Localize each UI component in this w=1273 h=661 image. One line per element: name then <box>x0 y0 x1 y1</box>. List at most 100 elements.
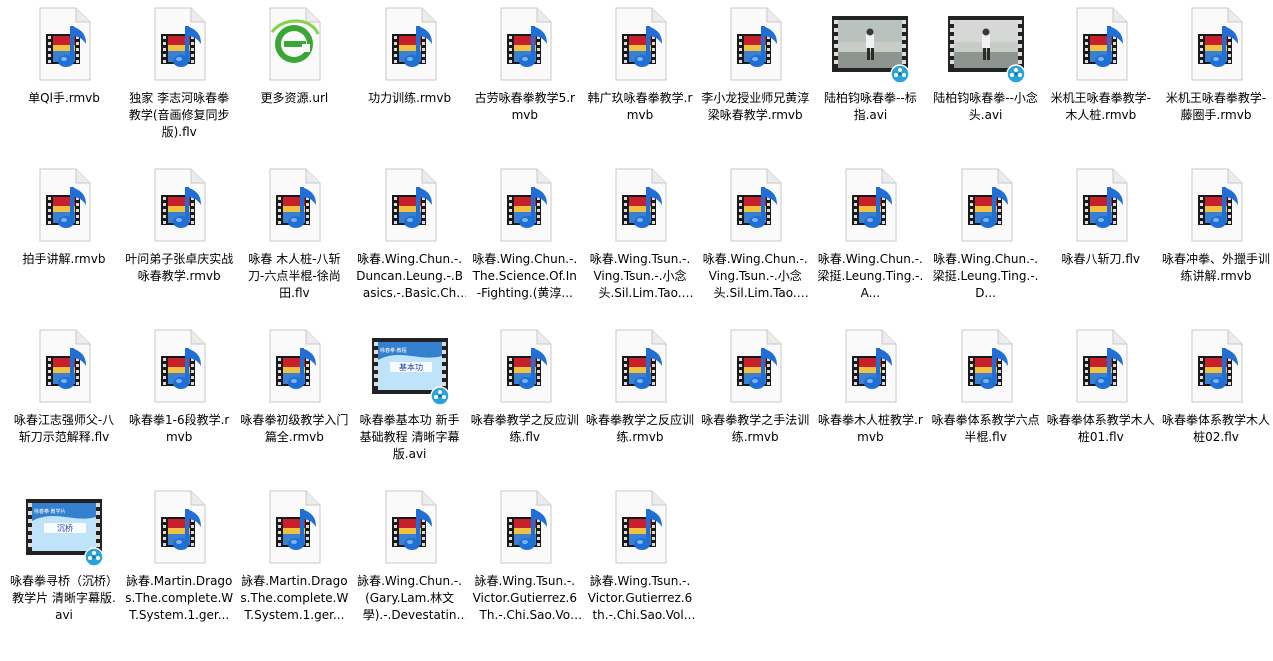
video-file-icon <box>139 4 219 84</box>
internet-shortcut-icon <box>254 4 334 84</box>
file-name: 咏春 木人桩-八斩刀-六点半棍-徐尚田.flv <box>248 252 341 300</box>
file-item[interactable]: 李小龙授业师兄黄淳梁咏春教学.rmvb <box>699 4 811 124</box>
thumb-text: 基本功 <box>399 362 423 372</box>
video-file-icon <box>370 4 450 84</box>
video-file-icon <box>1176 4 1256 84</box>
file-item[interactable]: 咏春.Wing.Chun.-.梁挺.Leung.Ting.-.A... <box>814 165 926 302</box>
file-item[interactable]: 詠春.Martin.Dragos.The.complete.WT.System.… <box>238 487 350 624</box>
video-file-icon <box>600 165 680 245</box>
video-file-icon <box>370 165 450 245</box>
file-item[interactable]: 独家 李志河咏春拳教学(音画修复同步版).flv <box>123 4 235 141</box>
file-grid: 单Ql手.rmvb 独家 李志河咏春拳教学(音画修复同步版).flv 更多资源.… <box>0 0 1273 661</box>
video-thumbnail-icon <box>946 4 1026 84</box>
file-name: 咏春拳教学之反应训练.flv <box>470 413 579 444</box>
video-file-icon <box>600 487 680 567</box>
file-name: 咏春八斩刀.flv <box>1061 252 1141 266</box>
thumb-text: 沉桥 <box>57 523 73 533</box>
file-item[interactable]: 拍手讲解.rmvb <box>8 165 120 268</box>
file-item[interactable]: 陆柏钧咏春拳--标指.avi <box>814 4 926 124</box>
file-name: 咏春拳体系教学六点半棍.flv <box>931 413 1040 444</box>
file-item[interactable]: 咏春江志强师父-八斩刀示范解释.flv <box>8 326 120 446</box>
file-name: 咏春.Wing.Chun.-.Duncan.Leung.-.Basics.-.B… <box>356 252 463 300</box>
video-thumbnail-icon: 沉桥 咏春拳·教学片 <box>24 487 104 567</box>
video-file-icon <box>24 326 104 406</box>
video-file-icon <box>715 165 795 245</box>
file-name: 咏春拳教学之手法训练.rmvb <box>701 413 810 444</box>
file-item[interactable]: 韩广玖咏春拳教学.rmvb <box>584 4 696 124</box>
file-name: 叶问弟子张卓庆实战咏春教学.rmvb <box>125 252 234 283</box>
file-item[interactable]: 咏春拳1-6段教学.rmvb <box>123 326 235 446</box>
video-file-icon <box>370 487 450 567</box>
file-name: 咏春江志强师父-八斩刀示范解释.flv <box>13 413 115 444</box>
thumb-subtext: 咏春拳·教程 <box>380 347 407 354</box>
file-item[interactable]: 詠春.Wing.Chun.-.(Gary.Lam.林文學).-.Devestat… <box>354 487 466 624</box>
file-name: 咏春冲拳、外擸手训练讲解.rmvb <box>1162 252 1271 283</box>
file-item[interactable]: 咏春拳体系教学木人桩02.flv <box>1160 326 1272 446</box>
video-file-icon <box>1176 326 1256 406</box>
file-item[interactable]: 咏春 木人桩-八斩刀-六点半棍-徐尚田.flv <box>238 165 350 302</box>
file-item[interactable]: 咏春八斩刀.flv <box>1045 165 1157 268</box>
video-file-icon <box>254 326 334 406</box>
file-item[interactable]: 基本功 咏春拳·教程 咏春拳基本功 新手基础教程 清晰字幕版.avi <box>354 326 466 463</box>
file-name: 咏春拳教学之反应训练.rmvb <box>586 413 695 444</box>
file-item[interactable]: 功力训练.rmvb <box>354 4 466 107</box>
video-file-icon <box>600 326 680 406</box>
video-file-icon <box>830 326 910 406</box>
video-file-icon <box>485 165 565 245</box>
file-item[interactable]: 咏春拳木人桩教学.rmvb <box>814 326 926 446</box>
video-file-icon <box>139 326 219 406</box>
file-name: 咏春.Wing.Chun.-.Ving.Tsun.-.小念头.Sil.Lim.T… <box>702 252 808 300</box>
file-item[interactable]: 咏春.Wing.Chun.-.The.Science.Of.In-Fightin… <box>469 165 581 302</box>
file-name: 咏春.Wing.Chun.-.The.Science.Of.In-Fightin… <box>472 252 578 300</box>
file-item[interactable]: 咏春.Wing.Chun.-.梁挺.Leung.Ting.-.D... <box>930 165 1042 302</box>
file-name: 咏春拳基本功 新手基础教程 清晰字幕版.avi <box>359 413 460 461</box>
thumb-subtext: 咏春拳·教学片 <box>34 508 66 515</box>
file-name: 詠春.Martin.Dragos.The.complete.WT.System.… <box>125 574 234 622</box>
file-item[interactable]: 咏春拳教学之反应训练.rmvb <box>584 326 696 446</box>
file-item[interactable]: 米机王咏春拳教学-藤圈手.rmvb <box>1160 4 1272 124</box>
file-name: 单Ql手.rmvb <box>28 91 100 105</box>
video-file-icon <box>715 326 795 406</box>
video-file-icon <box>1061 326 1141 406</box>
file-item[interactable]: 沉桥 咏春拳·教学片 咏春拳寻桥（沉桥）教学片 清晰字幕版.avi <box>8 487 120 624</box>
file-name: 咏春拳体系教学木人桩02.flv <box>1162 413 1271 444</box>
file-item[interactable]: 古劳咏春拳教学5.rmvb <box>469 4 581 124</box>
file-item[interactable]: 米机王咏春拳教学-木人桩.rmvb <box>1045 4 1157 124</box>
file-name: 咏春拳寻桥（沉桥）教学片 清晰字幕版.avi <box>10 574 119 622</box>
video-file-icon <box>24 165 104 245</box>
video-file-icon <box>600 4 680 84</box>
video-file-icon <box>1061 165 1141 245</box>
file-item[interactable]: 咏春拳体系教学六点半棍.flv <box>930 326 1042 446</box>
file-item[interactable]: 单Ql手.rmvb <box>8 4 120 107</box>
file-item[interactable]: 詠春.Wing.Tsun.-.Victor.Gutierrez.6th.-.Ch… <box>584 487 696 624</box>
file-name: 咏春拳初级教学入门篇全.rmvb <box>240 413 349 444</box>
file-item[interactable]: 咏春.Wing.Chun.-.Ving.Tsun.-.小念头.Sil.Lim.T… <box>699 165 811 302</box>
file-name: 咏春拳1-6段教学.rmvb <box>129 413 230 444</box>
file-item[interactable]: 詠春.Wing.Tsun.-.Victor.Gutierrez.6Th.-.Ch… <box>469 487 581 624</box>
file-name: 詠春.Wing.Tsun.-.Victor.Gutierrez.6th.-.Ch… <box>587 574 693 622</box>
video-file-icon <box>139 165 219 245</box>
file-item[interactable]: 詠春.Martin.Dragos.The.complete.WT.System.… <box>123 487 235 624</box>
file-name: 咏春.Wing.Chun.-.梁挺.Leung.Ting.-.A... <box>817 252 924 300</box>
file-item[interactable]: 咏春拳体系教学木人桩01.flv <box>1045 326 1157 446</box>
file-name: 米机王咏春拳教学-藤圈手.rmvb <box>1165 91 1267 122</box>
file-item[interactable]: 叶问弟子张卓庆实战咏春教学.rmvb <box>123 165 235 285</box>
video-file-icon <box>946 326 1026 406</box>
file-item[interactable]: 咏春.Wing.Chun.-.Duncan.Leung.-.Basics.-.B… <box>354 165 466 302</box>
video-file-icon <box>254 165 334 245</box>
video-file-icon <box>139 487 219 567</box>
file-name: 陆柏钧咏春拳--小念头.avi <box>933 91 1038 122</box>
file-name: 咏春拳体系教学木人桩01.flv <box>1046 413 1155 444</box>
file-item[interactable]: 咏春拳教学之手法训练.rmvb <box>699 326 811 446</box>
video-file-icon <box>24 4 104 84</box>
file-item[interactable]: 咏春拳教学之反应训练.flv <box>469 326 581 446</box>
file-item[interactable]: 咏春拳初级教学入门篇全.rmvb <box>238 326 350 446</box>
file-name: 咏春.Wing.Tsun.-.Ving.Tsun.-.小念头.Sil.Lim.T… <box>589 252 691 300</box>
file-item[interactable]: 咏春冲拳、外擸手训练讲解.rmvb <box>1160 165 1272 285</box>
file-name: 拍手讲解.rmvb <box>22 252 106 266</box>
file-item[interactable]: 咏春.Wing.Tsun.-.Ving.Tsun.-.小念头.Sil.Lim.T… <box>584 165 696 302</box>
file-name: 咏春拳木人桩教学.rmvb <box>818 413 923 444</box>
file-item[interactable]: 更多资源.url <box>238 4 350 107</box>
file-item[interactable]: 陆柏钧咏春拳--小念头.avi <box>930 4 1042 124</box>
file-name: 李小龙授业师兄黄淳梁咏春教学.rmvb <box>701 91 810 122</box>
